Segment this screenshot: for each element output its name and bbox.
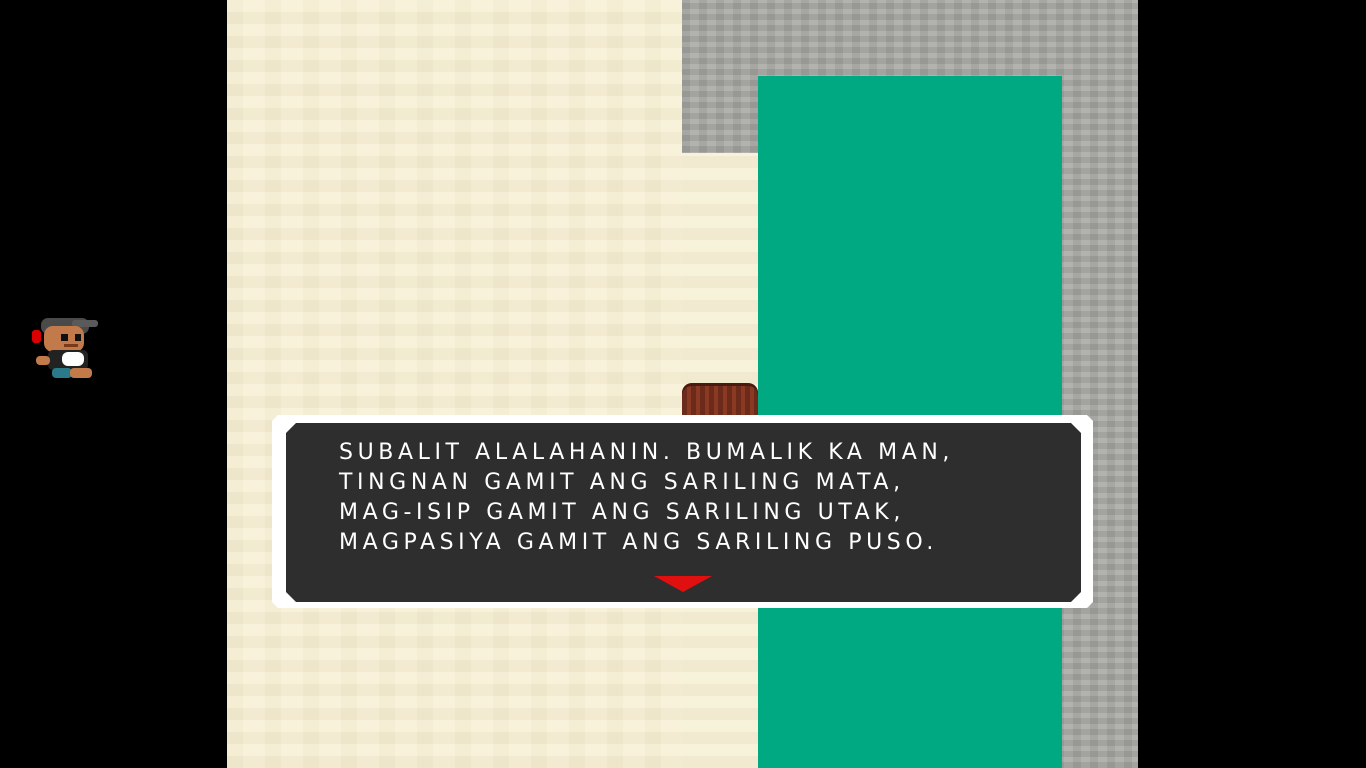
dialog-line: MAGPASIYA GAMIT ANG SARILING PUSO. xyxy=(339,530,938,555)
dialog-line: TINGNAN GAMIT ANG SARILING MATA, xyxy=(339,470,905,495)
dialog-text: SUBALIT ALALAHANIN. BUMALIK KA MAN, TING… xyxy=(339,438,1059,558)
speaker-portrait xyxy=(30,306,102,382)
dialog-line: SUBALIT ALALAHANIN. BUMALIK KA MAN, xyxy=(339,440,954,465)
game-viewport xyxy=(227,0,1138,768)
dialog-line: MAG-ISIP GAMIT ANG SARILING UTAK, xyxy=(339,500,905,525)
down-triangle-icon[interactable] xyxy=(654,576,712,592)
boy-character-icon xyxy=(32,318,98,378)
